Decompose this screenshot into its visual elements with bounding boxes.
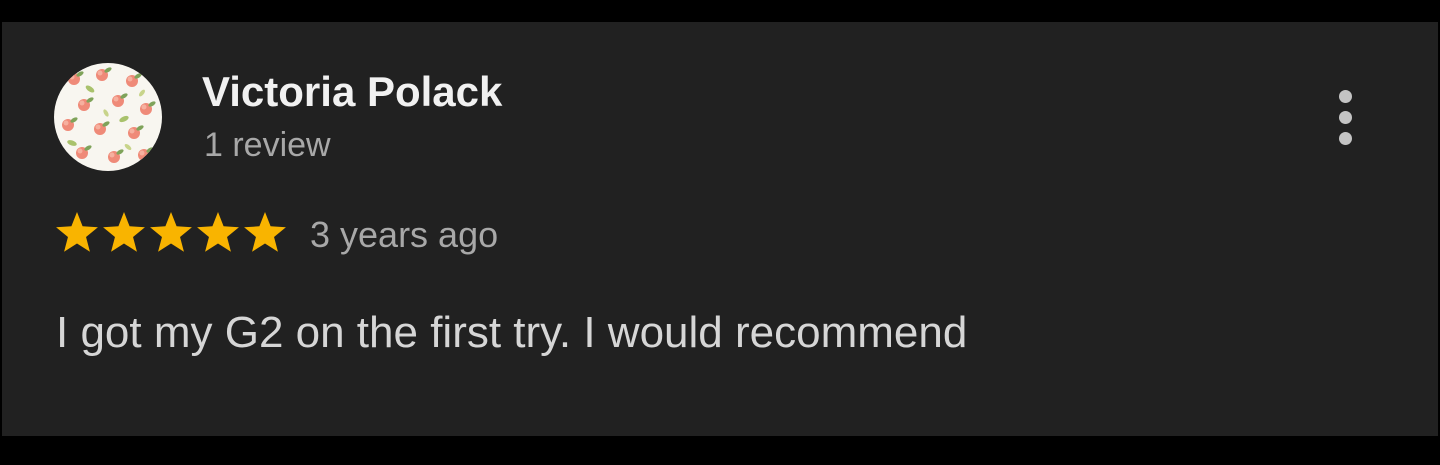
review-text: I got my G2 on the first try. I would re… [56, 308, 968, 357]
author-review-count: 1 review [204, 126, 331, 164]
star-icon [197, 212, 239, 252]
star-icon [150, 212, 192, 252]
more-vertical-icon [1339, 90, 1352, 103]
more-options-button[interactable] [1320, 84, 1370, 150]
review-card: Victoria Polack 1 review 3 years ago I g… [2, 22, 1438, 436]
star-icon [56, 212, 98, 252]
review-timestamp: 3 years ago [310, 214, 499, 255]
author-name[interactable]: Victoria Polack [202, 66, 502, 118]
review-screen: Victoria Polack 1 review 3 years ago I g… [0, 0, 1440, 465]
star-icon [103, 212, 145, 252]
star-icon [244, 212, 286, 252]
star-rating [54, 208, 288, 258]
peach-pattern-icon [54, 63, 157, 163]
avatar[interactable] [54, 63, 162, 171]
